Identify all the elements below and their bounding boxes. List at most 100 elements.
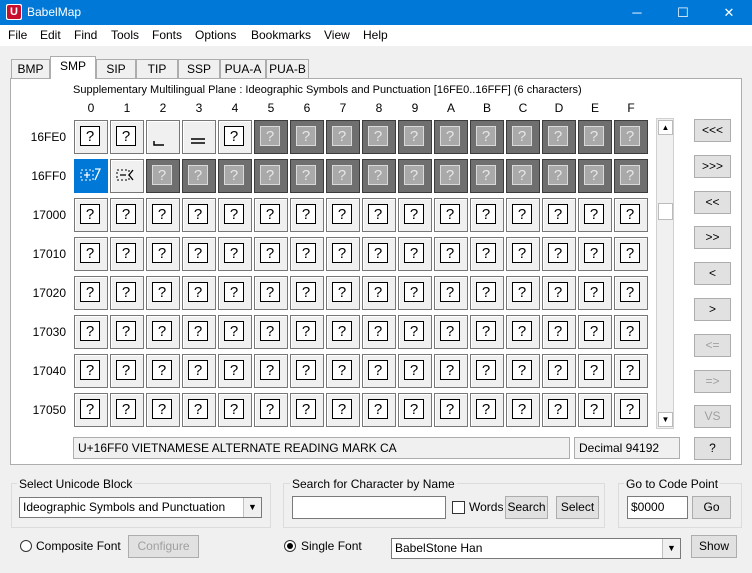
character-cell[interactable]: ?: [614, 120, 648, 154]
character-cell[interactable]: ?: [614, 354, 648, 388]
character-cell[interactable]: ?: [218, 198, 252, 232]
character-cell[interactable]: ?: [290, 198, 324, 232]
character-cell[interactable]: ?: [326, 237, 360, 271]
character-cell[interactable]: ?: [578, 159, 612, 193]
character-cell[interactable]: [146, 120, 180, 154]
character-cell[interactable]: ?: [74, 276, 108, 310]
character-cell[interactable]: ?: [578, 354, 612, 388]
character-cell[interactable]: ?: [362, 393, 396, 427]
character-cell[interactable]: ?: [470, 315, 504, 349]
character-cell[interactable]: ?: [542, 198, 576, 232]
character-cell[interactable]: ?: [470, 159, 504, 193]
character-cell[interactable]: ?: [506, 315, 540, 349]
character-cell[interactable]: ?: [578, 276, 612, 310]
character-cell[interactable]: ?: [182, 198, 216, 232]
character-cell[interactable]: ?: [74, 393, 108, 427]
character-cell[interactable]: ?: [470, 198, 504, 232]
next-page-button[interactable]: >>: [694, 226, 731, 249]
menu-file[interactable]: File: [8, 28, 27, 42]
character-cell[interactable]: ?: [182, 354, 216, 388]
character-cell[interactable]: ?: [218, 393, 252, 427]
character-cell[interactable]: ?: [434, 237, 468, 271]
character-cell[interactable]: ?: [398, 276, 432, 310]
grid-scrollbar[interactable]: ▲ ▼: [656, 118, 674, 429]
minimize-button[interactable]: ─: [614, 0, 660, 25]
menu-view[interactable]: View: [324, 28, 350, 42]
character-cell[interactable]: ?: [326, 354, 360, 388]
character-cell[interactable]: ?: [218, 237, 252, 271]
character-cell[interactable]: ?: [254, 315, 288, 349]
character-cell[interactable]: ?: [578, 198, 612, 232]
character-cell[interactable]: ?: [506, 276, 540, 310]
character-cell[interactable]: ?: [254, 159, 288, 193]
character-cell[interactable]: ?: [506, 159, 540, 193]
character-cell[interactable]: ?: [614, 315, 648, 349]
last-block-button[interactable]: >>>: [694, 155, 731, 178]
select-button[interactable]: Select: [556, 496, 599, 519]
character-cell[interactable]: ?: [218, 159, 252, 193]
font-dropdown[interactable]: BabelStone Han ▼: [391, 538, 681, 559]
next-char-button[interactable]: =>: [694, 370, 731, 393]
composite-font-radio[interactable]: [20, 540, 32, 552]
character-cell[interactable]: ?: [326, 393, 360, 427]
tab-bmp[interactable]: BMP: [11, 59, 50, 78]
character-cell[interactable]: ?: [326, 198, 360, 232]
character-cell[interactable]: ?: [470, 237, 504, 271]
character-cell[interactable]: ?: [578, 393, 612, 427]
character-cell[interactable]: ?: [542, 393, 576, 427]
character-cell[interactable]: ?: [434, 393, 468, 427]
tab-sip[interactable]: SIP: [96, 59, 136, 78]
character-cell[interactable]: ?: [182, 276, 216, 310]
character-cell[interactable]: ?: [434, 276, 468, 310]
character-cell[interactable]: ?: [434, 159, 468, 193]
character-cell[interactable]: ?: [74, 198, 108, 232]
character-cell[interactable]: ?: [614, 393, 648, 427]
character-cell[interactable]: ?: [146, 315, 180, 349]
menu-bookmarks[interactable]: Bookmarks: [251, 28, 311, 42]
character-cell[interactable]: ?: [110, 393, 144, 427]
character-cell[interactable]: ?: [434, 120, 468, 154]
character-cell[interactable]: ?: [182, 315, 216, 349]
tab-tip[interactable]: TIP: [136, 59, 178, 78]
character-cell[interactable]: ?: [254, 237, 288, 271]
character-cell[interactable]: ?: [362, 120, 396, 154]
character-cell[interactable]: ?: [578, 120, 612, 154]
character-cell[interactable]: ?: [470, 120, 504, 154]
character-cell[interactable]: ?: [110, 237, 144, 271]
search-button[interactable]: Search: [505, 496, 548, 519]
character-cell[interactable]: ?: [218, 276, 252, 310]
unicode-block-dropdown[interactable]: Ideographic Symbols and Punctuation ▼: [19, 497, 262, 518]
character-cell[interactable]: ?: [146, 237, 180, 271]
tab-ssp[interactable]: SSP: [178, 59, 220, 78]
character-cell[interactable]: ?: [290, 315, 324, 349]
menu-fonts[interactable]: Fonts: [152, 28, 182, 42]
character-cell[interactable]: ?: [434, 315, 468, 349]
character-cell[interactable]: ?: [290, 393, 324, 427]
show-button[interactable]: Show: [691, 535, 737, 558]
scroll-down-icon[interactable]: ▼: [658, 412, 673, 427]
character-cell[interactable]: ?: [542, 276, 576, 310]
configure-button[interactable]: Configure: [128, 535, 199, 558]
character-cell[interactable]: ?: [254, 393, 288, 427]
tab-pua-b[interactable]: PUA-B: [266, 59, 309, 78]
character-cell[interactable]: ?: [182, 237, 216, 271]
character-cell[interactable]: ?: [254, 354, 288, 388]
character-cell[interactable]: ?: [326, 120, 360, 154]
character-cell[interactable]: ?: [470, 354, 504, 388]
character-cell[interactable]: ?: [542, 354, 576, 388]
close-button[interactable]: ✕: [706, 0, 752, 25]
character-cell[interactable]: ?: [218, 315, 252, 349]
single-font-radio[interactable]: [284, 540, 296, 552]
scroll-thumb[interactable]: [658, 203, 673, 220]
code-point-input[interactable]: $0000: [627, 496, 688, 519]
character-cell[interactable]: ?: [362, 198, 396, 232]
character-cell[interactable]: ?: [74, 120, 108, 154]
words-checkbox[interactable]: [452, 501, 465, 514]
character-cell[interactable]: ?: [362, 276, 396, 310]
character-cell[interactable]: ?: [506, 198, 540, 232]
first-block-button[interactable]: <<<: [694, 119, 731, 142]
character-cell[interactable]: [182, 120, 216, 154]
character-cell[interactable]: ?: [614, 276, 648, 310]
character-cell[interactable]: ?: [362, 315, 396, 349]
character-cell[interactable]: ?: [542, 315, 576, 349]
